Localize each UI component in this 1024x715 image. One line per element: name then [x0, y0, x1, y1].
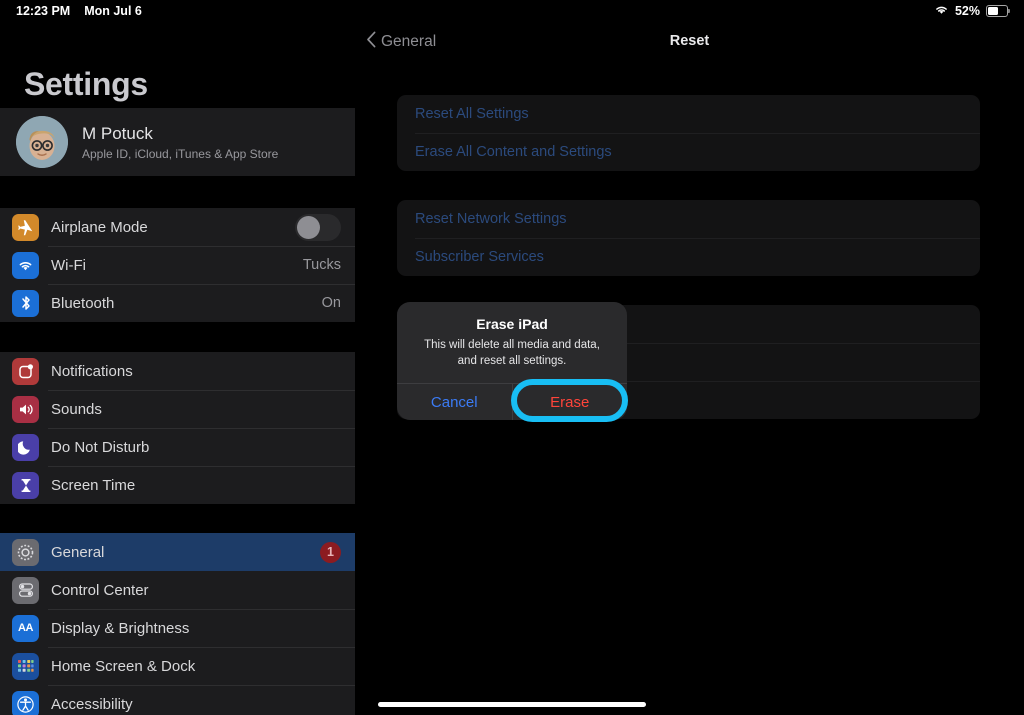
list-item-label: Reset Network Settings	[415, 211, 567, 227]
sidebar-item-notifications[interactable]: Notifications	[0, 352, 355, 390]
account-name: M Potuck	[82, 123, 153, 143]
memoji-avatar	[16, 116, 68, 168]
sidebar-item-label: Airplane Mode	[51, 218, 148, 236]
account-subtitle: Apple ID, iCloud, iTunes & App Store	[82, 146, 279, 161]
sidebar-item-label: Home Screen & Dock	[51, 657, 196, 675]
settings-sidebar: Settings M Potuck Apple ID, iCloud, iTun…	[0, 0, 355, 715]
sidebar-item-do-not-disturb[interactable]: Do Not Disturb	[0, 428, 355, 466]
sidebar-group-connectivity: Airplane Mode Wi-Fi Tucks Bluetooth On	[0, 208, 355, 322]
account-text: M Potuck Apple ID, iCloud, iTunes & App …	[82, 124, 278, 161]
sidebar-item-sounds[interactable]: Sounds	[0, 390, 355, 428]
sidebar-item-label: Do Not Disturb	[51, 438, 150, 456]
home-screen-dock-icon	[12, 652, 39, 680]
sidebar-item-general[interactable]: General 1	[0, 533, 355, 571]
battery-icon	[986, 5, 1010, 17]
reset-all-settings-row[interactable]: Reset All Settings	[397, 95, 980, 133]
sidebar-item-label: Accessibility	[51, 695, 133, 713]
alert-title: Erase iPad	[476, 316, 548, 332]
sidebar-item-label: Bluetooth	[51, 294, 115, 312]
sidebar-item-screen-time[interactable]: Screen Time	[0, 466, 355, 504]
home-indicator	[378, 702, 646, 707]
control-center-icon	[12, 576, 39, 604]
sidebar-item-label: Display & Brightness	[51, 619, 190, 637]
sidebar-item-bluetooth[interactable]: Bluetooth On	[0, 284, 355, 322]
alert-body: Erase iPad This will delete all media an…	[397, 302, 627, 383]
moon-icon	[12, 433, 39, 461]
sidebar-item-label: Wi-Fi	[51, 256, 86, 274]
sidebar-item-home-screen-dock[interactable]: Home Screen & Dock	[0, 647, 355, 685]
battery-percent-label: 52%	[954, 4, 980, 18]
sidebar-item-label: General	[51, 543, 105, 561]
sidebar-item-airplane-mode[interactable]: Airplane Mode	[0, 208, 355, 246]
list-item-label: Reset All Settings	[415, 106, 529, 122]
reset-card-network: Reset Network Settings Subscriber Servic…	[397, 200, 980, 276]
sidebar-item-label: Sounds	[51, 400, 102, 418]
wifi-icon	[934, 4, 949, 18]
reset-card-general: Reset All Settings Erase All Content and…	[397, 95, 980, 171]
sidebar-group-system: General 1 Control Center AA Display & Br…	[0, 533, 355, 715]
bluetooth-state-value: On	[321, 295, 341, 311]
erase-ipad-alert: Erase iPad This will delete all media an…	[397, 302, 628, 421]
sidebar-item-label: Notifications	[51, 362, 133, 380]
sidebar-item-wifi[interactable]: Wi-Fi Tucks	[0, 246, 355, 284]
notifications-icon	[12, 357, 39, 385]
page-title: Settings	[24, 66, 148, 102]
gear-icon	[12, 538, 39, 566]
bluetooth-icon	[12, 289, 39, 317]
alert-message: This will delete all media and data, and…	[424, 339, 600, 367]
list-item-label: Erase All Content and Settings	[415, 144, 612, 160]
status-bar-time: 12:23 PM	[16, 4, 71, 18]
status-bar-right: 52%	[934, 4, 1010, 18]
wifi-network-value: Tucks	[302, 257, 341, 273]
airplane-mode-toggle[interactable]	[295, 213, 341, 241]
status-bar-left: 12:23 PM Mon Jul 6	[16, 4, 142, 18]
display-brightness-icon: AA	[12, 614, 39, 642]
sidebar-item-label: Screen Time	[51, 476, 136, 494]
accessibility-icon	[12, 690, 39, 715]
sounds-icon	[12, 395, 39, 423]
status-badge: 1	[320, 541, 341, 563]
cancel-button[interactable]: Cancel	[397, 384, 512, 420]
hourglass-icon	[12, 471, 39, 499]
sidebar-group-alerts: Notifications Sounds Do Not Disturb Scre…	[0, 352, 355, 504]
sidebar-item-display-brightness[interactable]: AA Display & Brightness	[0, 609, 355, 647]
alert-actions: Cancel Erase	[397, 383, 628, 421]
apple-id-account-row[interactable]: M Potuck Apple ID, iCloud, iTunes & App …	[0, 108, 355, 176]
sidebar-item-control-center[interactable]: Control Center	[0, 571, 355, 609]
status-bar-date: Mon Jul 6	[84, 4, 142, 18]
subscriber-services-row[interactable]: Subscriber Services	[397, 238, 980, 276]
nav-title: Reset	[669, 33, 710, 49]
list-item-label: Subscriber Services	[415, 249, 544, 265]
wifi-icon	[12, 251, 39, 279]
airplane-icon	[12, 213, 39, 241]
sidebar-item-accessibility[interactable]: Accessibility	[0, 685, 355, 715]
erase-button[interactable]: Erase	[511, 384, 628, 421]
status-bar: 12:23 PM Mon Jul 6 52%	[0, 0, 1024, 22]
sidebar-item-label: Control Center	[51, 581, 149, 599]
reset-network-settings-row[interactable]: Reset Network Settings	[397, 200, 980, 238]
erase-all-content-row[interactable]: Erase All Content and Settings	[397, 133, 980, 171]
